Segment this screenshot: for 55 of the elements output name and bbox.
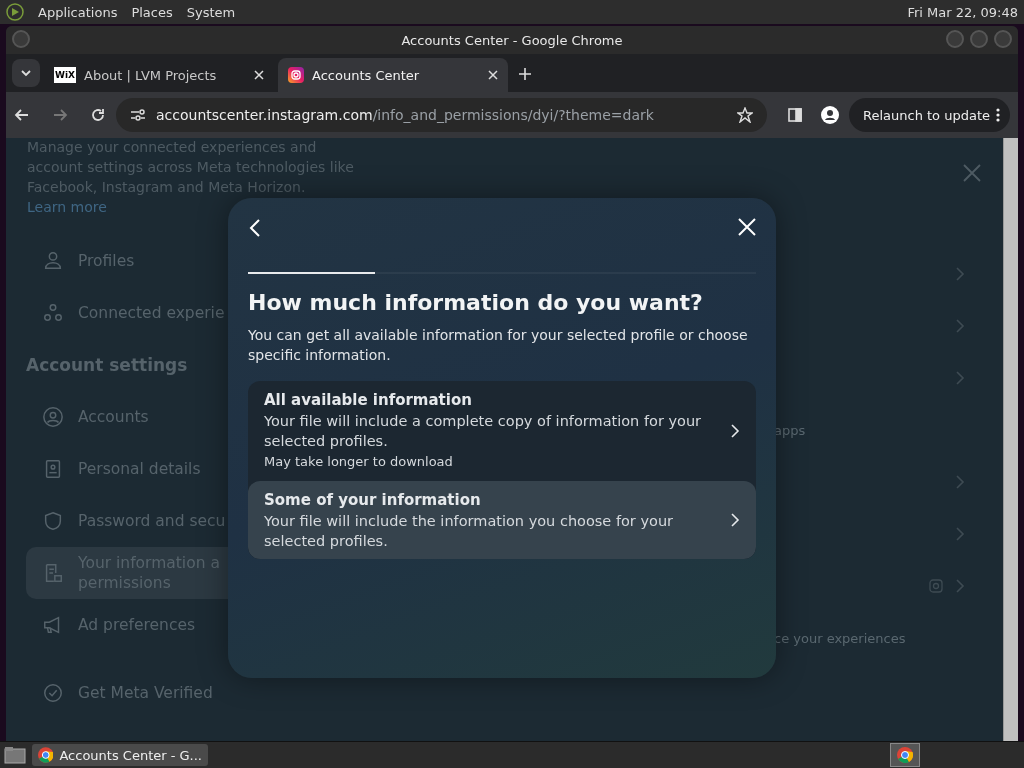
address-bar[interactable]: accountscenter.instagram.com/info_and_permissions/dyi/?theme=dark xyxy=(116,98,767,132)
dialog-title: How much information do you want? xyxy=(248,290,704,315)
camera-icon xyxy=(929,579,943,593)
relaunch-button[interactable]: Relaunch to update xyxy=(849,98,1010,132)
chevron-right-icon xyxy=(955,318,965,334)
star-icon[interactable] xyxy=(737,107,753,123)
option-item[interactable]: Some of your information Your file will include the information you choose for your selected profiles. xyxy=(248,481,756,559)
site-settings-icon[interactable] xyxy=(130,108,146,122)
favicon: WiX xyxy=(54,67,76,83)
chrome-icon xyxy=(897,747,913,763)
back-icon[interactable] xyxy=(248,218,262,238)
camera-favicon-icon xyxy=(288,67,304,83)
option-item[interactable]: All available information Your file will include a complete copy of information for your selected profiles. May take longer to download xyxy=(248,381,756,481)
url-text: accountscenter.instagram.com/info_and_permissions/dyi/?theme=dark xyxy=(156,107,654,123)
chrome-icon xyxy=(38,747,54,763)
panel-menu[interactable]: System xyxy=(186,4,236,20)
browser-tab[interactable]: WiX About | LVM Projects xyxy=(44,58,274,92)
option-description: Your file will include the information you choose for your selected profiles. xyxy=(264,512,675,551)
chevron-down-icon xyxy=(21,69,31,77)
window-title: Accounts Center - Google Chrome xyxy=(401,32,623,48)
back-icon[interactable] xyxy=(14,107,30,123)
tab-list-button[interactable] xyxy=(12,59,40,87)
chevron-right-icon xyxy=(955,526,965,542)
chevron-right-icon xyxy=(955,474,965,490)
option-description: Your file will include a complete copy of information for your selected profiles. xyxy=(264,412,703,451)
chevron-right-icon xyxy=(955,266,965,282)
panel-menu[interactable]: Applications xyxy=(38,4,118,20)
option-title: Some of your information xyxy=(264,490,482,511)
reload-icon[interactable] xyxy=(90,107,106,123)
side-panel-icon[interactable] xyxy=(787,107,803,123)
option-title: All available information xyxy=(264,390,473,411)
forward-icon[interactable] xyxy=(52,107,68,123)
new-tab-icon[interactable] xyxy=(518,67,532,81)
option-note: May take longer to download xyxy=(264,453,454,471)
account-icon xyxy=(42,406,64,428)
connected-icon xyxy=(42,302,64,324)
panel-menu[interactable]: Places xyxy=(131,4,173,20)
shield-icon xyxy=(42,510,64,532)
dialog-description: You can get all available information for your selected profile or choose specific information. xyxy=(248,326,749,365)
profile-icon[interactable] xyxy=(821,106,839,124)
chevron-right-icon xyxy=(730,423,740,439)
taskbar-window-button[interactable]: Accounts Center - G... xyxy=(32,744,208,766)
chevron-right-icon xyxy=(955,578,965,594)
more-icon xyxy=(996,108,1000,122)
scrollbar[interactable] xyxy=(1003,138,1018,741)
person-icon xyxy=(42,250,64,272)
browser-tab[interactable]: Accounts Center xyxy=(278,58,508,92)
clock: Fri Mar 22, 09:48 xyxy=(907,4,1018,20)
chevron-right-icon xyxy=(730,512,740,528)
show-desktop-icon[interactable] xyxy=(4,746,26,764)
setting-text: apps xyxy=(774,422,806,438)
section-heading: Account settings xyxy=(26,354,189,377)
tray-button[interactable] xyxy=(890,743,920,767)
verified-badge-icon xyxy=(42,682,64,704)
chevron-right-icon xyxy=(955,370,965,386)
